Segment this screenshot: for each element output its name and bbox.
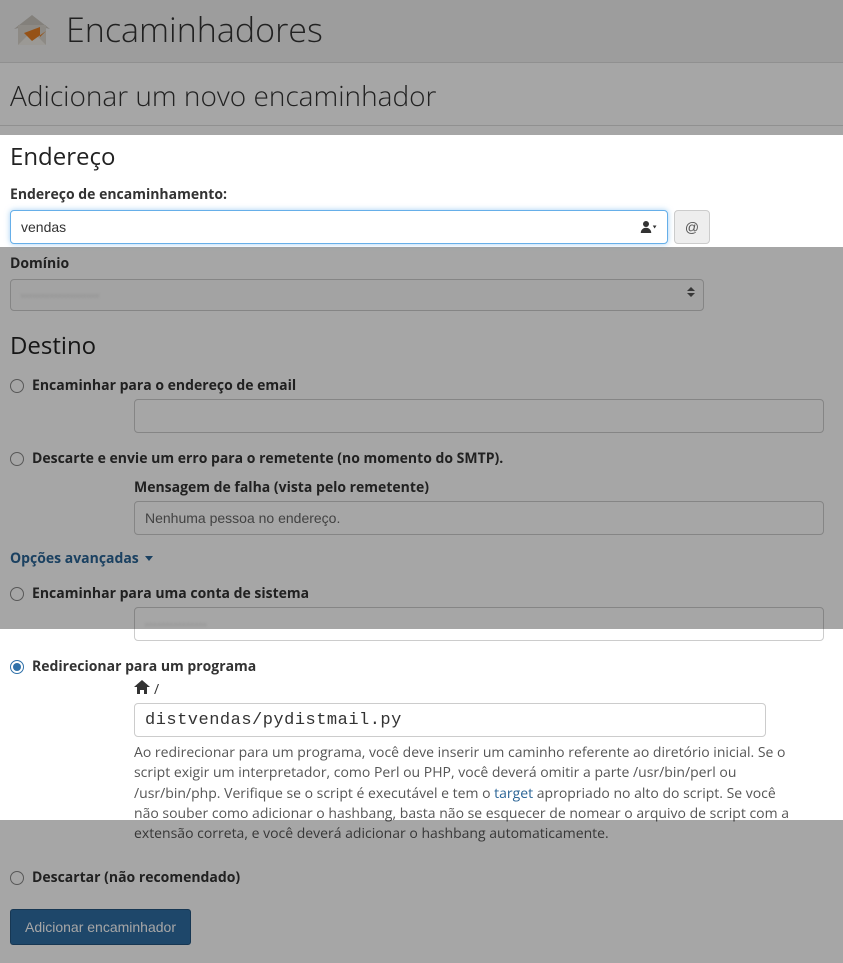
radio-discard[interactable]	[10, 871, 24, 885]
advanced-options-label: Opções avançadas	[10, 549, 139, 568]
pipe-help-text: Ao redirecionar para um programa, você d…	[134, 737, 794, 844]
forward-address-input[interactable]	[10, 210, 668, 244]
radio-forward-email-label: Encaminhar para o endereço de email	[32, 376, 296, 395]
forward-email-input[interactable]	[134, 399, 824, 433]
radio-system-account[interactable]	[10, 587, 24, 601]
forwarders-icon	[10, 7, 54, 51]
radio-discard-error[interactable]	[10, 452, 24, 466]
app-header: Encaminhadores	[0, 0, 843, 62]
pipe-program-input[interactable]	[134, 703, 766, 737]
target-link[interactable]: target	[494, 784, 533, 803]
radio-pipe-program-label: Redirecionar para um programa	[32, 657, 256, 676]
radio-discard-error-label: Descarte e envie um erro para o remetent…	[32, 449, 503, 468]
system-account-input[interactable]: ···············	[134, 607, 824, 641]
domain-select[interactable]: ···················	[10, 279, 704, 311]
chevron-down-icon	[145, 556, 153, 561]
domain-value: ···················	[21, 287, 100, 304]
fail-message-input[interactable]	[134, 501, 824, 535]
advanced-options-toggle[interactable]: Opções avançadas	[0, 535, 163, 576]
system-account-value: ···············	[145, 616, 207, 633]
domain-label: Domínio	[0, 248, 843, 275]
page-title: Adicionar um novo encaminhador	[0, 63, 843, 125]
at-button[interactable]: @	[674, 210, 710, 244]
section-address-title: Endereço	[0, 126, 843, 179]
radio-forward-email[interactable]	[10, 379, 24, 393]
fail-message-label: Mensagem de falha (vista pelo remetente)	[134, 472, 827, 501]
radio-discard-label: Descartar (não recomendado)	[32, 868, 240, 887]
radio-system-account-label: Encaminhar para uma conta de sistema	[32, 584, 309, 603]
add-forwarder-button[interactable]: Adicionar encaminhador	[10, 909, 191, 945]
app-title: Encaminhadores	[66, 6, 323, 52]
home-icon	[134, 680, 150, 699]
path-prefix: /	[154, 680, 159, 699]
section-destination-title: Destino	[0, 315, 843, 368]
forward-address-label: Endereço de encaminhamento:	[0, 179, 843, 206]
radio-pipe-program[interactable]	[10, 660, 24, 674]
